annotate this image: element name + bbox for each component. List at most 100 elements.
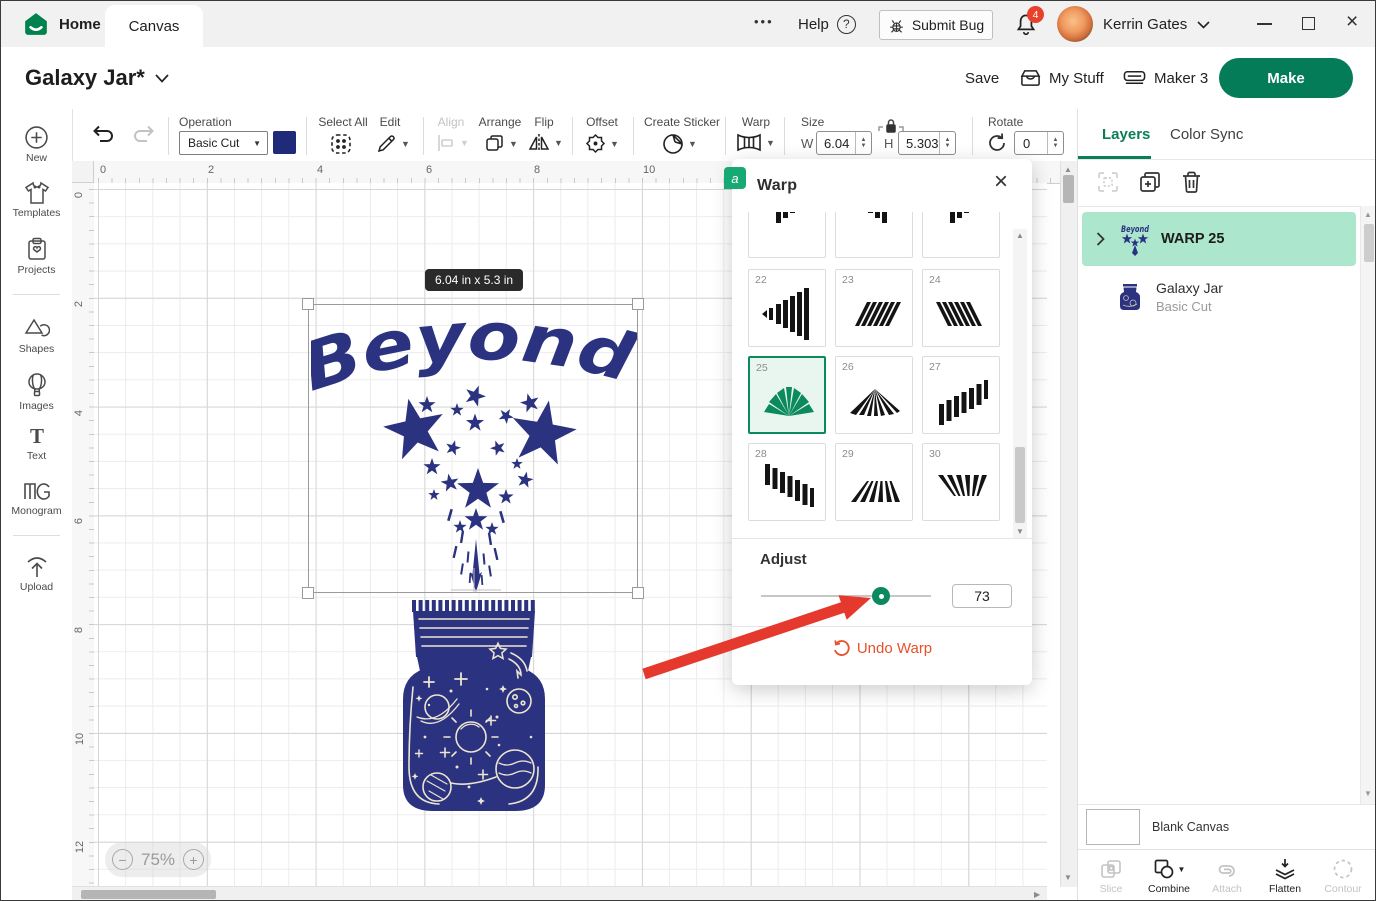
tab-layers[interactable]: Layers (1102, 126, 1150, 143)
selection-handle-nw[interactable] (302, 298, 314, 310)
warp-option-30[interactable]: 30 (922, 443, 1000, 521)
machine-label: Maker 3 (1154, 70, 1208, 87)
zoom-out-button[interactable]: − (112, 849, 133, 870)
delete-layer-button[interactable] (1180, 170, 1203, 194)
layer-row-galaxy-jar[interactable]: Galaxy Jar Basic Cut (1082, 271, 1356, 323)
blank-canvas-row[interactable]: Blank Canvas (1078, 805, 1376, 849)
layer-row-warp25[interactable]: Beyond WARP 25 (1082, 212, 1356, 266)
undo-warp-button[interactable]: Undo Warp (732, 639, 1032, 657)
sidebar-item-templates[interactable]: Templates (1, 181, 72, 219)
scroll-right-icon[interactable]: ▶ (1034, 890, 1040, 899)
chevron-right-icon[interactable] (1096, 232, 1105, 246)
warp-option-23[interactable]: 23 (835, 269, 913, 347)
scroll-down-icon[interactable]: ▼ (1016, 527, 1024, 536)
selection-handle-sw[interactable] (302, 587, 314, 599)
warp-option-27[interactable]: 27 (922, 356, 1000, 434)
adjust-slider-track[interactable] (761, 595, 931, 597)
scroll-up-icon[interactable]: ▲ (1016, 231, 1024, 240)
rotate-label: Rotate (988, 115, 1038, 129)
warp-option-partial[interactable] (835, 212, 913, 258)
align-menu-button[interactable]: ▼ (436, 133, 469, 153)
close-button[interactable]: × (1346, 10, 1358, 34)
canvas-color-swatch[interactable] (1086, 809, 1140, 845)
my-stuff-button[interactable]: My Stuff (1020, 47, 1104, 109)
stepper-icon[interactable]: ▲▼ (939, 132, 955, 154)
canvas-horizontal-scrollbar[interactable]: ▶ (72, 886, 1047, 901)
action-slice[interactable]: Slice (1082, 858, 1140, 895)
galaxy-jar-design[interactable] (399, 597, 549, 815)
notification-badge: 4 (1027, 6, 1044, 23)
tab-color-sync[interactable]: Color Sync (1170, 126, 1243, 143)
scroll-up-icon[interactable]: ▲ (1064, 165, 1072, 174)
notifications-button[interactable]: 4 (1013, 11, 1039, 37)
flip-menu-button[interactable]: ▼ (528, 133, 563, 153)
multi-select-button[interactable] (1096, 170, 1120, 194)
selection-box[interactable] (308, 304, 638, 593)
height-input[interactable]: 5.303 ▲▼ (898, 131, 956, 155)
overflow-menu-button[interactable]: ••• (754, 14, 774, 29)
sidebar-item-monogram[interactable]: Monogram (1, 479, 72, 517)
close-icon[interactable]: × (994, 168, 1008, 196)
user-avatar[interactable] (1057, 6, 1093, 42)
arrange-menu-button[interactable]: ▼ (484, 133, 518, 154)
sidebar-item-shapes[interactable]: Shapes (1, 317, 72, 355)
operation-dropdown[interactable]: Basic Cut ▼ (179, 131, 268, 155)
warp-option-22[interactable]: 22 (748, 269, 826, 347)
redo-button[interactable] (132, 123, 157, 145)
stepper-icon[interactable]: ▲▼ (855, 132, 871, 154)
maximize-button[interactable] (1302, 17, 1315, 30)
warp-option-24[interactable]: 24 (922, 269, 1000, 347)
action-label: Contour (1314, 883, 1372, 895)
minimize-button[interactable] (1257, 23, 1272, 25)
sidebar-item-new[interactable]: New (1, 125, 72, 164)
rotate-icon[interactable] (986, 132, 1008, 154)
make-button[interactable]: Make (1219, 58, 1353, 98)
submit-bug-button[interactable]: Submit Bug (879, 10, 993, 40)
adjust-value-input[interactable]: 73 (952, 584, 1012, 608)
warp-option-28[interactable]: 28 (748, 443, 826, 521)
undo-button[interactable] (90, 123, 115, 145)
zoom-in-button[interactable]: + (183, 849, 204, 870)
warp-option-25-selected[interactable]: 25 (748, 356, 826, 434)
action-flatten[interactable]: Flatten (1256, 858, 1314, 895)
scroll-down-icon[interactable]: ▼ (1364, 789, 1372, 798)
canvas-vertical-scrollbar[interactable]: ▲ ▼ (1060, 161, 1077, 887)
tab-canvas[interactable]: Canvas (105, 5, 203, 47)
stepper-icon[interactable]: ▲▼ (1047, 132, 1063, 154)
selection-handle-se[interactable] (632, 587, 644, 599)
action-contour[interactable]: Contour (1314, 858, 1372, 895)
warp-option-29[interactable]: 29 (835, 443, 913, 521)
duplicate-button[interactable] (1138, 170, 1162, 194)
edit-toolbar: Operation Basic Cut ▼ Select All Edit ▼ … (72, 109, 1077, 162)
color-swatch[interactable] (273, 131, 296, 154)
machine-selector[interactable]: Maker 3 (1123, 47, 1208, 109)
selection-handle-ne[interactable] (632, 298, 644, 310)
select-all-button[interactable] (330, 133, 352, 155)
create-sticker-button[interactable]: ▼ (662, 133, 697, 155)
warp-option-partial[interactable] (748, 212, 826, 258)
sidebar-item-images[interactable]: Images (1, 372, 72, 412)
rotate-input[interactable]: 0 ▲▼ (1014, 131, 1064, 155)
sidebar-item-label: Text (1, 450, 72, 462)
edit-menu-button[interactable]: ▼ (376, 133, 410, 154)
action-attach[interactable]: Attach (1198, 858, 1256, 895)
warp-option-partial[interactable] (922, 212, 1000, 258)
sidebar-item-projects[interactable]: Projects (1, 237, 72, 276)
sidebar-item-upload[interactable]: Upload (1, 555, 72, 593)
warp-option-26[interactable]: 26 (835, 356, 913, 434)
width-input[interactable]: 6.04 ▲▼ (816, 131, 872, 155)
warp-button[interactable]: ▼ (736, 133, 775, 152)
save-button[interactable]: Save (965, 47, 999, 109)
scroll-up-icon[interactable]: ▲ (1364, 210, 1372, 219)
action-combine[interactable]: ▼ Combine (1140, 858, 1198, 895)
tab-home[interactable]: Home (23, 1, 101, 47)
help-menu[interactable]: Help ? (798, 1, 856, 47)
scroll-down-icon[interactable]: ▼ (1064, 873, 1072, 882)
warp-options-scrollbar[interactable]: ▲ ▼ (1013, 229, 1027, 539)
project-title-menu[interactable]: Galaxy Jar* (25, 47, 169, 109)
user-menu[interactable]: Kerrin Gates (1103, 1, 1210, 47)
offset-menu-button[interactable]: ▼ (585, 133, 619, 154)
sidebar-item-text[interactable]: T Text (1, 424, 72, 462)
adjust-slider-handle[interactable] (872, 587, 890, 605)
layers-scrollbar[interactable]: ▲ ▼ (1360, 206, 1376, 804)
